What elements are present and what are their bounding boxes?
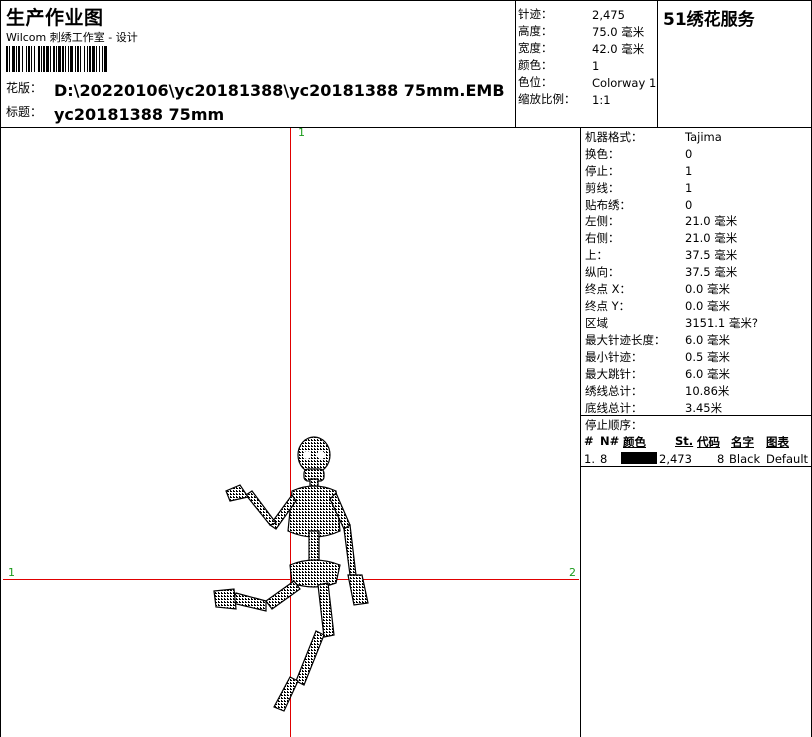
stat-value: 37.5 毫米 xyxy=(685,265,738,279)
stat-value: 1 xyxy=(685,164,693,178)
stat-value: 0.5 毫米 xyxy=(685,350,730,364)
stat-value: 6.0 毫米 xyxy=(685,367,730,381)
barcode xyxy=(6,46,107,72)
stop-table-divider xyxy=(580,466,812,467)
frame-left xyxy=(0,0,1,737)
stat-key: 最大针迹长度： xyxy=(585,333,666,347)
summary-value: 42.0 毫米 xyxy=(592,42,645,56)
design-label: 花版： xyxy=(6,81,43,95)
stat-key: 上： xyxy=(585,248,608,262)
stat-key: 剪线： xyxy=(585,181,620,195)
stat-value: 3.45米 xyxy=(685,401,723,415)
summary-key: 针迹： xyxy=(518,7,553,21)
page-title: 生产作业图 xyxy=(6,7,104,29)
header-col-divider-2 xyxy=(657,0,658,128)
col-chart-header: 图表 xyxy=(766,435,789,449)
stat-key: 停止： xyxy=(585,164,620,178)
row-n: 8 xyxy=(600,452,608,466)
stop-sequence-title: 停止顺序： xyxy=(585,418,643,432)
stat-key: 绣线总计： xyxy=(585,384,643,398)
stat-value: 21.0 毫米 xyxy=(685,214,738,228)
summary-key: 高度： xyxy=(518,24,553,38)
col-num-header: # xyxy=(584,434,594,448)
design-name: yc20181388 75mm xyxy=(54,105,225,124)
summary-value: Colorway 1 xyxy=(592,76,657,90)
design-path: D:\20220106\yc20181388\yc20181388 75mm.E… xyxy=(54,81,505,100)
stat-value: 10.86米 xyxy=(685,384,730,398)
skeleton-embroidery-design xyxy=(213,436,369,712)
stat-value: 21.0 毫米 xyxy=(685,231,738,245)
stat-value: 37.5 毫米 xyxy=(685,248,738,262)
row-num: 1. xyxy=(584,452,595,466)
row-code: 8 xyxy=(717,452,725,466)
stat-key: 区域 xyxy=(585,316,608,330)
stat-value: 0.0 毫米 xyxy=(685,282,730,296)
row-name: Black xyxy=(729,452,761,466)
summary-key: 缩放比例： xyxy=(518,92,576,106)
stat-key: 右侧： xyxy=(585,231,620,245)
summary-value: 2,475 xyxy=(592,8,625,22)
summary-value: 75.0 毫米 xyxy=(592,25,645,39)
name-label: 标题： xyxy=(6,105,43,119)
col-n-header: N# xyxy=(600,434,620,448)
stat-key: 终点 X： xyxy=(585,282,632,296)
stat-key: 终点 Y： xyxy=(585,299,631,313)
axis-label-left: 1 xyxy=(8,566,15,579)
stat-key: 左侧： xyxy=(585,214,620,228)
col-st-header: St. xyxy=(675,434,694,448)
stat-value: 3151.1 毫米? xyxy=(685,316,758,330)
stat-key: 最小针迹： xyxy=(585,350,643,364)
col-code-header: 代码 xyxy=(697,435,720,449)
frame-top xyxy=(0,0,812,1)
stat-key: 机器格式： xyxy=(585,130,643,144)
brand-name: 51绣花服务 xyxy=(663,10,755,30)
stat-value: 6.0 毫米 xyxy=(685,333,730,347)
row-stitches: 2,473 xyxy=(659,452,692,466)
summary-key: 色位： xyxy=(518,75,553,89)
panel-divider xyxy=(580,128,581,737)
summary-key: 颜色： xyxy=(518,58,553,72)
stat-value: 1 xyxy=(685,181,693,195)
row-chart: Default xyxy=(766,452,809,466)
stat-key: 贴布绣： xyxy=(585,198,631,212)
header-col-divider-1 xyxy=(515,0,516,128)
subtitle: Wilcom 刺绣工作室 - 设计 xyxy=(6,31,138,44)
stat-value: Tajima xyxy=(685,130,722,144)
color-swatch xyxy=(621,452,657,464)
axis-label-right: 2 xyxy=(569,566,576,579)
stat-key: 纵向： xyxy=(585,265,620,279)
stat-value: 0 xyxy=(685,198,693,212)
col-color-header: 颜色 xyxy=(623,435,646,449)
summary-key: 宽度： xyxy=(518,41,553,55)
summary-value: 1 xyxy=(592,59,600,73)
stat-key: 换色： xyxy=(585,147,620,161)
stat-key: 底线总计： xyxy=(585,401,643,415)
summary-value: 1:1 xyxy=(592,93,611,107)
stat-value: 0.0 毫米 xyxy=(685,299,730,313)
col-name-header: 名字 xyxy=(731,435,754,449)
stat-key: 最大跳针： xyxy=(585,367,643,381)
header-divider xyxy=(0,127,812,128)
stat-value: 0 xyxy=(685,147,693,161)
axis-label-top: 1 xyxy=(298,126,305,139)
